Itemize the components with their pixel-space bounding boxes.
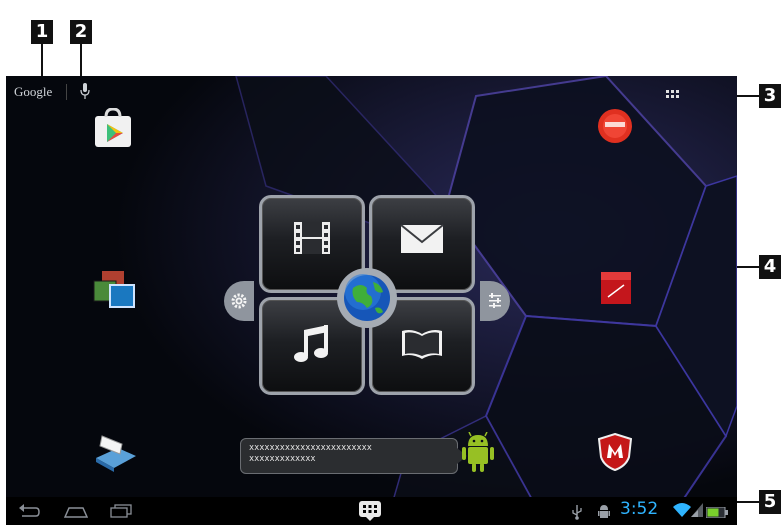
tablet-home-screen: Google xxxxxxxxxxxxxxxxxxxxxxxx xxxxxxxx… — [6, 76, 737, 525]
callout-1: 1 — [31, 20, 53, 44]
recent-apps-icon[interactable] — [110, 504, 132, 523]
callout-5: 5 — [759, 490, 781, 514]
back-icon[interactable] — [18, 504, 40, 523]
google-search-label[interactable]: Google — [14, 84, 52, 100]
android-debug-icon — [598, 504, 610, 525]
media-widget — [224, 189, 510, 407]
system-navigation-bar: 3:52 — [6, 497, 737, 525]
mcafee-icon[interactable] — [597, 432, 633, 476]
mail-icon — [400, 224, 444, 259]
notes-icon[interactable] — [600, 271, 632, 310]
android-icon[interactable] — [461, 431, 495, 479]
widget-equalizer-tab[interactable] — [480, 281, 510, 321]
callout-4: 4 — [759, 255, 781, 279]
callout-3: 3 — [759, 84, 781, 108]
music-icon — [294, 324, 330, 369]
home-icon[interactable] — [63, 505, 89, 523]
gallery-icon[interactable] — [92, 269, 136, 316]
bubble-line-1: xxxxxxxxxxxxxxxxxxxxxxxx — [249, 443, 372, 453]
widget-settings-tab[interactable] — [224, 281, 254, 321]
app-drawer-icon[interactable] — [358, 500, 382, 525]
scanner-icon[interactable] — [92, 432, 138, 477]
play-store-icon[interactable] — [92, 107, 134, 153]
equalizer-icon — [488, 293, 502, 314]
callout-2-leader — [80, 44, 82, 80]
book-icon — [400, 328, 444, 365]
callout-2: 2 — [70, 20, 92, 44]
callout-1-leader — [41, 44, 43, 80]
topbar-divider — [66, 84, 67, 100]
apps-grid-icon[interactable] — [666, 87, 680, 105]
bubble-line-2: xxxxxxxxxxxxx — [249, 454, 316, 464]
gear-icon — [231, 293, 247, 314]
android-speech-bubble: xxxxxxxxxxxxxxxxxxxxxxxx xxxxxxxxxxxxx — [240, 438, 458, 474]
usb-icon — [572, 504, 582, 525]
signal-icon — [691, 503, 703, 522]
wifi-icon — [673, 502, 691, 523]
microphone-icon[interactable] — [80, 82, 90, 105]
widget-center-hub[interactable] — [337, 268, 397, 328]
battery-icon — [705, 505, 728, 523]
lenovo-shop-icon[interactable] — [597, 108, 633, 149]
video-icon — [292, 220, 332, 261]
status-clock[interactable]: 3:52 — [620, 499, 658, 519]
globe-icon — [343, 274, 391, 327]
